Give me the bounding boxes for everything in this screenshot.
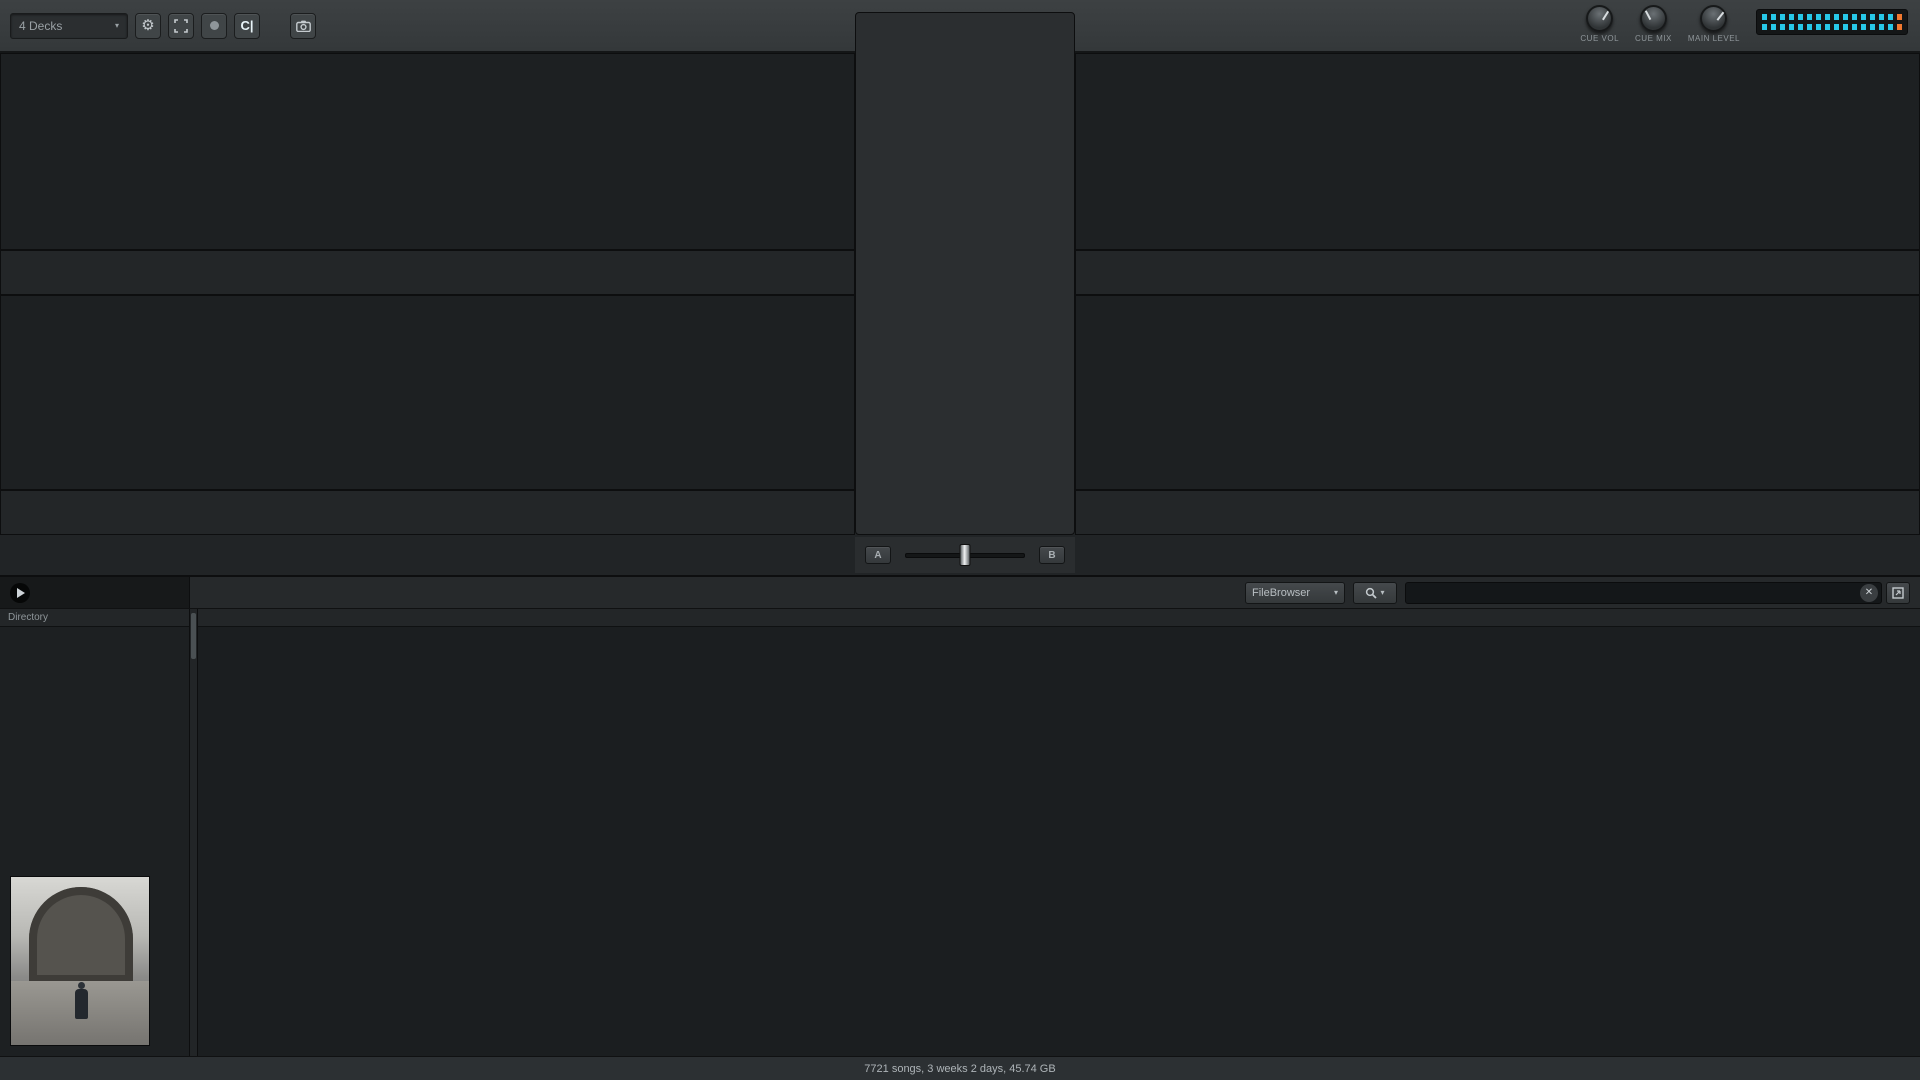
cue-mix-knob-group: CUE MIX: [1635, 5, 1672, 43]
crossfader-row: A B: [855, 537, 1075, 573]
fullscreen-button[interactable]: [168, 13, 194, 39]
status-bar: 7721 songs, 3 weeks 2 days, 45.74 GB: [0, 1056, 1920, 1080]
deck-d-stripe: [1075, 490, 1920, 535]
fullscreen-icon: [174, 19, 188, 33]
album-art: [10, 876, 150, 1046]
deck-d: [1075, 295, 1920, 490]
deck-a-stripe: [0, 250, 855, 295]
scrollbar-thumb[interactable]: [191, 613, 196, 659]
main-level-knob-group: MAIN LEVEL: [1688, 5, 1740, 43]
chevron-down-icon: ▾: [1334, 588, 1338, 597]
play-icon: [17, 588, 25, 598]
track-list-header: [198, 609, 1920, 627]
record-icon: [210, 21, 219, 30]
browser-sidebar: Directory: [0, 609, 190, 1056]
cue-vol-knob[interactable]: [1586, 5, 1613, 32]
cue-vol-label: CUE VOL: [1580, 34, 1619, 43]
snapshot-button[interactable]: [290, 13, 316, 39]
camera-icon: [296, 20, 311, 32]
cue-vol-knob-group: CUE VOL: [1580, 5, 1619, 43]
browser-maximize-button[interactable]: [1886, 582, 1910, 604]
crossfader-assign-a-button[interactable]: A: [865, 546, 891, 564]
cue-mix-label: CUE MIX: [1635, 34, 1672, 43]
track-list: [198, 609, 1920, 1056]
directory-header: Directory: [0, 609, 189, 627]
gear-icon: ⚙: [141, 18, 154, 33]
search-scope-button[interactable]: ▾: [1353, 582, 1397, 604]
deck-layout-value: 4 Decks: [19, 19, 62, 33]
browser-filter-select[interactable]: FileBrowser ▾: [1245, 582, 1345, 604]
chevron-down-icon: ▾: [115, 21, 119, 30]
cue-mix-knob[interactable]: [1640, 5, 1667, 32]
browser: FileBrowser ▾ ▾ ✕ Directory: [0, 575, 1920, 1080]
tracklist-scrollbar[interactable]: [190, 609, 198, 1056]
close-icon: ✕: [1865, 587, 1873, 598]
search-input[interactable]: [1405, 582, 1882, 604]
traktor-logo: C|: [234, 13, 260, 39]
main-level-knob[interactable]: [1700, 5, 1727, 32]
deck-c-stripe: [0, 490, 855, 535]
crossfader-assign-b-button[interactable]: B: [1039, 546, 1065, 564]
crossfader-handle[interactable]: [960, 544, 971, 566]
record-button[interactable]: [201, 13, 227, 39]
deck-a: [0, 53, 855, 250]
deck-b-stripe: [1075, 250, 1920, 295]
deck-layout-select[interactable]: 4 Decks ▾: [10, 13, 128, 39]
search-clear-button[interactable]: ✕: [1860, 584, 1878, 602]
browser-filter-value: FileBrowser: [1252, 587, 1310, 599]
traktor-main-window: 4 Decks ▾ ⚙ C| CUE VOL CUE MIX MAIN LEVE…: [0, 0, 1920, 1080]
maximize-icon: [1892, 587, 1904, 599]
browser-toolbar: FileBrowser ▾ ▾ ✕: [0, 577, 1920, 609]
deck-c: [0, 295, 855, 490]
main-level-label: MAIN LEVEL: [1688, 34, 1740, 43]
pads-panel: [855, 12, 1075, 535]
preview-player: [0, 577, 190, 608]
preferences-button[interactable]: ⚙: [135, 13, 161, 39]
library-status-text: 7721 songs, 3 weeks 2 days, 45.74 GB: [864, 1063, 1055, 1075]
search-icon: [1365, 587, 1377, 599]
crossfader[interactable]: [905, 553, 1025, 558]
deck-b: [1075, 53, 1920, 250]
main-level-meter: [1756, 9, 1908, 35]
chevron-down-icon: ▾: [1380, 588, 1384, 597]
preview-play-button[interactable]: [10, 583, 30, 603]
